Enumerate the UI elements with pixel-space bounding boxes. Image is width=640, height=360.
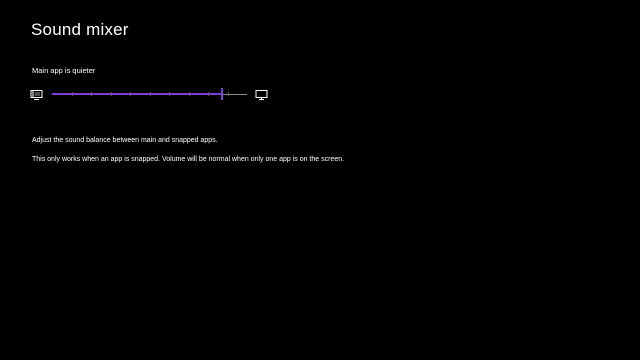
slider-track-fill xyxy=(52,93,222,95)
slider-tick xyxy=(227,92,229,96)
slider-tick xyxy=(169,92,170,96)
description-text: Adjust the sound balance between main an… xyxy=(32,137,218,144)
slider-tick xyxy=(71,92,73,96)
slider-tick xyxy=(91,92,92,96)
snapped-note-text: This only works when an app is snapped. … xyxy=(32,156,345,163)
main-app-icon xyxy=(255,88,268,100)
slider-thumb[interactable] xyxy=(220,88,223,100)
page-title: Sound mixer xyxy=(31,20,129,39)
balance-slider-row xyxy=(30,87,270,101)
balance-slider-label: Main app is quieter xyxy=(32,66,96,75)
slider-tick xyxy=(188,92,190,96)
slider-tick xyxy=(110,92,112,96)
slider-tick xyxy=(130,92,131,96)
slider-tick xyxy=(208,92,209,96)
slider-tick xyxy=(149,92,151,96)
snapped-app-icon xyxy=(30,88,43,100)
balance-slider-track[interactable] xyxy=(52,87,247,101)
